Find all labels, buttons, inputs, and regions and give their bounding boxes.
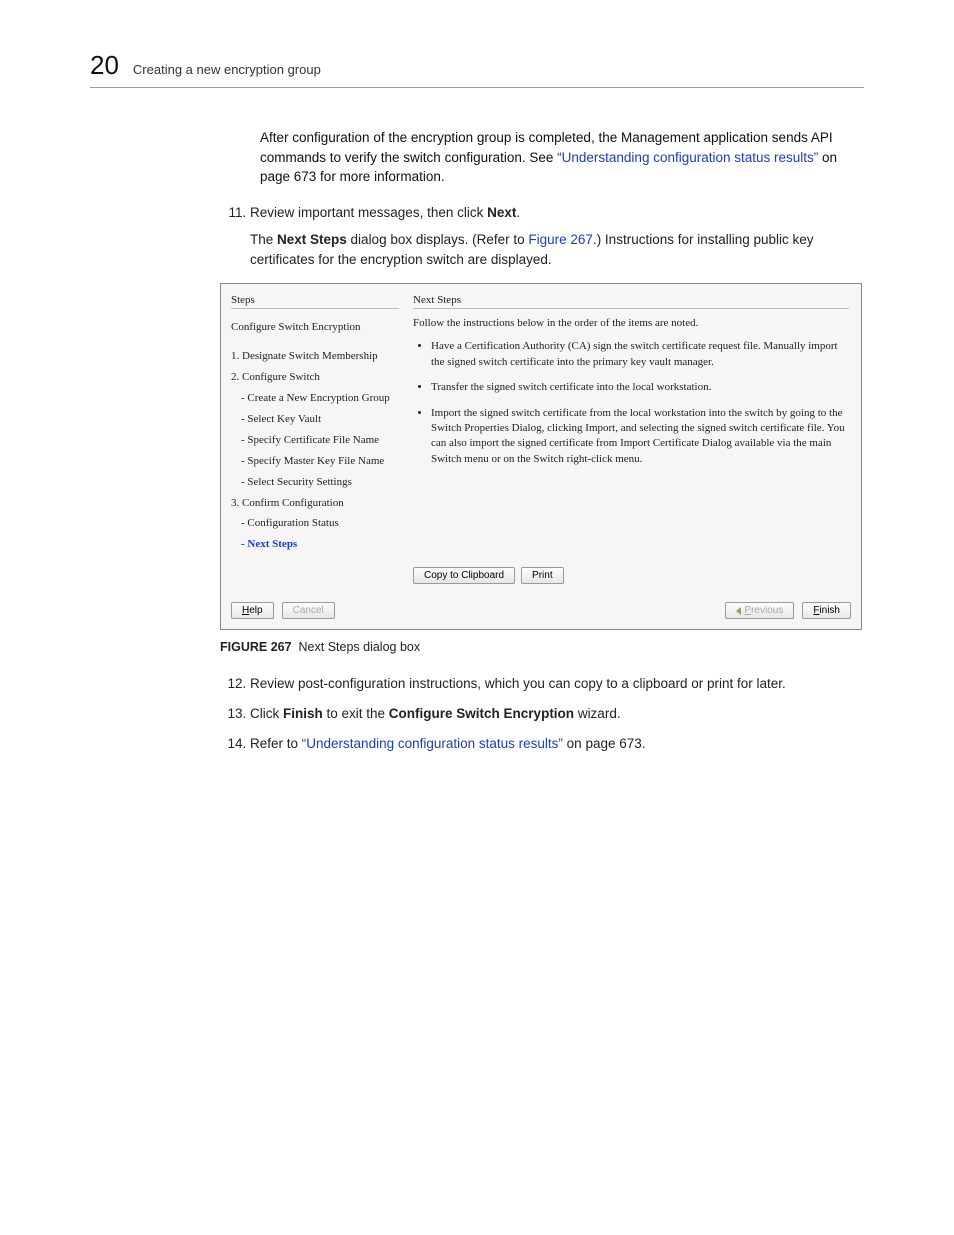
- dialog-content-panel: Next Steps Follow the instructions below…: [407, 284, 861, 594]
- instructions-list: Have a Certification Authority (CA) sign…: [413, 339, 849, 477]
- bullet-3: Import the signed switch certificate fro…: [431, 406, 849, 468]
- arrow-left-icon: [736, 607, 741, 615]
- bullet-1: Have a Certification Authority (CA) sign…: [431, 339, 849, 370]
- wizard-step-current: - Next Steps: [231, 534, 399, 555]
- intro-paragraph: After configuration of the encryption gr…: [260, 128, 864, 187]
- step-13-e: wizard.: [574, 706, 621, 721]
- next-steps-dialog: Steps Configure Switch Encryption 1. Des…: [220, 283, 862, 630]
- step-11-text-a: Review important messages, then click: [250, 205, 487, 220]
- print-button[interactable]: Print: [521, 567, 564, 584]
- dialog-footer: Help Cancel Previous Finish: [221, 594, 861, 629]
- help-button[interactable]: Help: [231, 602, 274, 619]
- figure-caption-text: Next Steps dialog box: [299, 640, 421, 654]
- step-14: Refer to “Understanding configuration st…: [250, 734, 864, 754]
- step-13-d: Configure Switch Encryption: [389, 706, 574, 721]
- step-11-text-b: .: [516, 205, 520, 220]
- step-13-c: to exit the: [323, 706, 389, 721]
- step-11-sub-c: dialog box displays. (Refer to: [347, 232, 529, 247]
- previous-button[interactable]: Previous: [725, 602, 794, 619]
- cancel-button[interactable]: Cancel: [282, 602, 335, 619]
- steps-list-continued: Review post-configuration instructions, …: [220, 674, 864, 753]
- dialog-left-title: Configure Switch Encryption: [231, 317, 399, 338]
- finish-button[interactable]: Finish: [802, 602, 851, 619]
- chapter-number: 20: [90, 50, 119, 81]
- wizard-step-2e: - Select Security Settings: [231, 472, 399, 493]
- step-12: Review post-configuration instructions, …: [250, 674, 864, 694]
- steps-list: Review important messages, then click Ne…: [220, 203, 864, 270]
- step-11-sub: The Next Steps dialog box displays. (Ref…: [250, 230, 864, 269]
- bullet-2: Transfer the signed switch certificate i…: [431, 380, 849, 395]
- wizard-step-2b: - Select Key Vault: [231, 409, 399, 430]
- wizard-step-1: 1. Designate Switch Membership: [231, 346, 399, 367]
- dialog-right-intro: Follow the instructions below in the ord…: [413, 317, 849, 329]
- copy-to-clipboard-button[interactable]: Copy to Clipboard: [413, 567, 515, 584]
- figure-ref-link[interactable]: Figure 267: [528, 232, 593, 247]
- dialog-left-header: Steps: [231, 294, 399, 309]
- dialog-right-header: Next Steps: [413, 294, 849, 309]
- page-header: 20 Creating a new encryption group: [90, 50, 864, 88]
- figure-caption: FIGURE 267 Next Steps dialog box: [220, 640, 864, 654]
- step-13-a: Click: [250, 706, 283, 721]
- step-11: Review important messages, then click Ne…: [250, 203, 864, 270]
- step-11-sub-b: Next Steps: [277, 232, 347, 247]
- step-11-bold: Next: [487, 205, 516, 220]
- step-14-b: on page 673.: [563, 736, 646, 751]
- step-11-sub-a: The: [250, 232, 277, 247]
- wizard-step-2a: - Create a New Encryption Group: [231, 388, 399, 409]
- intro-link[interactable]: “Understanding configuration status resu…: [557, 150, 818, 165]
- page-title: Creating a new encryption group: [133, 62, 321, 77]
- wizard-step-2c: - Specify Certificate File Name: [231, 430, 399, 451]
- dialog-steps-panel: Steps Configure Switch Encryption 1. Des…: [221, 284, 407, 594]
- wizard-step-2: 2. Configure Switch: [231, 367, 399, 388]
- step-13: Click Finish to exit the Configure Switc…: [250, 704, 864, 724]
- wizard-step-2d: - Specify Master Key File Name: [231, 451, 399, 472]
- step-14-a: Refer to: [250, 736, 302, 751]
- figure-label: FIGURE 267: [220, 640, 292, 654]
- step-13-b: Finish: [283, 706, 323, 721]
- wizard-step-3a: - Configuration Status: [231, 513, 399, 534]
- step-14-link[interactable]: “Understanding configuration status resu…: [302, 736, 563, 751]
- wizard-step-3: 3. Confirm Configuration: [231, 493, 399, 514]
